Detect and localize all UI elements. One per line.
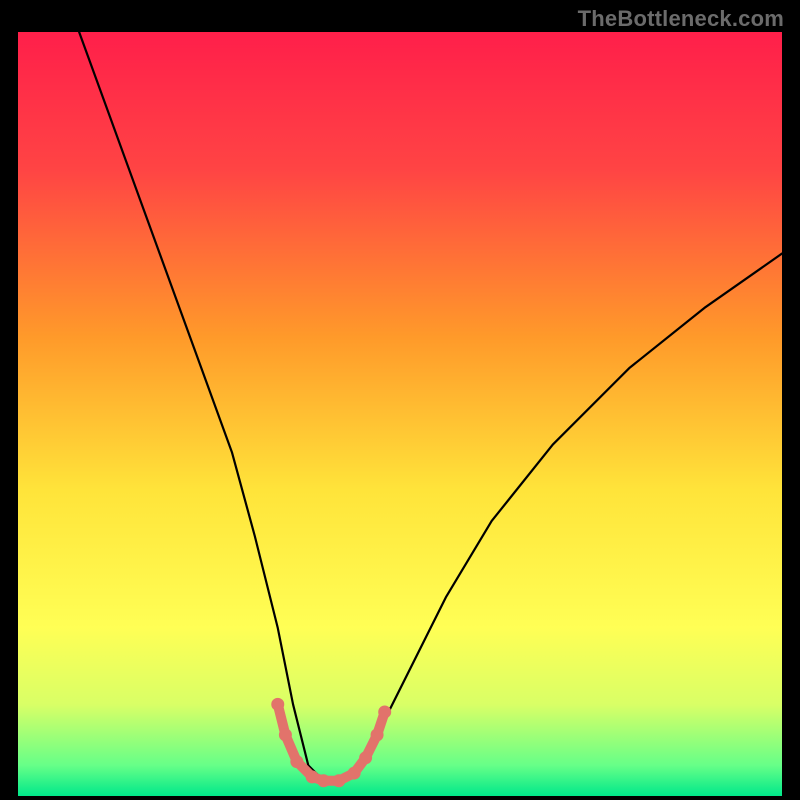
- gradient-background: [18, 32, 782, 796]
- sweet-spot-dot: [332, 774, 345, 787]
- sweet-spot-dot: [290, 755, 303, 768]
- sweet-spot-dot: [348, 767, 361, 780]
- sweet-spot-dot: [371, 728, 384, 741]
- sweet-spot-dot: [271, 698, 284, 711]
- bottleneck-chart: [18, 32, 782, 796]
- sweet-spot-dot: [317, 774, 330, 787]
- watermark-text: TheBottleneck.com: [578, 6, 784, 32]
- chart-frame: TheBottleneck.com: [0, 0, 800, 800]
- sweet-spot-dot: [378, 705, 391, 718]
- plot-area: [18, 32, 782, 796]
- sweet-spot-dot: [359, 751, 372, 764]
- sweet-spot-dot: [279, 728, 292, 741]
- sweet-spot-dot: [306, 770, 319, 783]
